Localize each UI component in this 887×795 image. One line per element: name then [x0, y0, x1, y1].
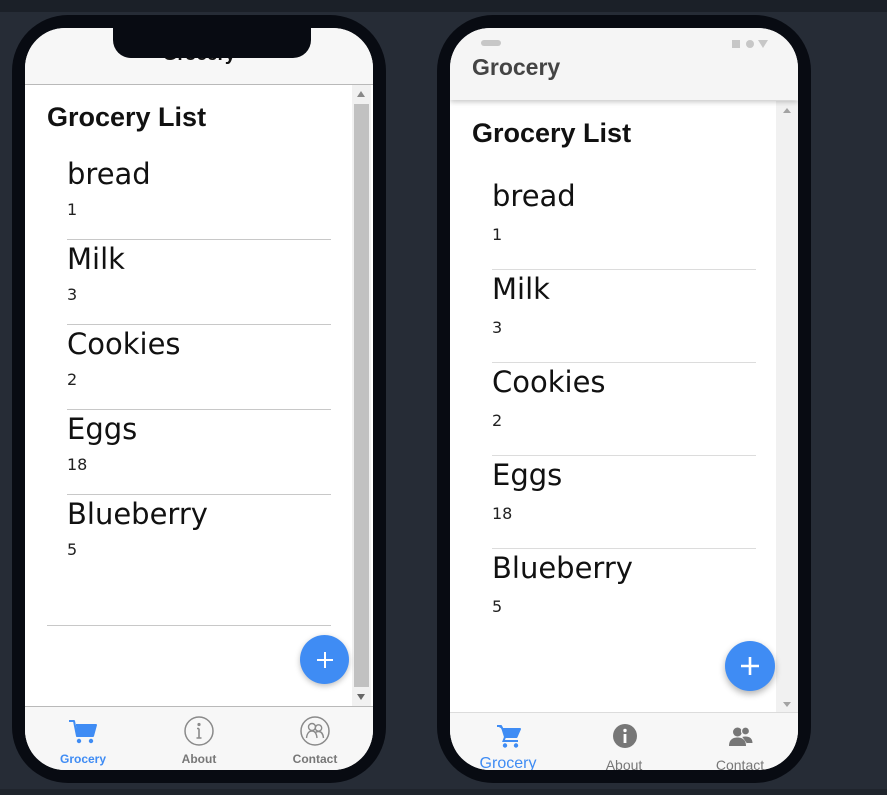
info-icon	[184, 716, 214, 746]
list-item[interactable]: bread 1	[67, 155, 331, 240]
item-name: Blueberry	[492, 551, 633, 585]
list-item[interactable]: Eggs 18	[492, 456, 756, 549]
tab-grocery[interactable]: Grocery	[450, 713, 566, 770]
android-header-title: Grocery	[472, 54, 561, 80]
item-quantity: 3	[67, 285, 78, 304]
tab-label: Contact	[715, 757, 765, 770]
item-quantity: 3	[492, 318, 503, 337]
item-name: Eggs	[492, 458, 563, 492]
tab-about[interactable]: About	[141, 707, 257, 770]
list-item[interactable]: Cookies 2	[67, 325, 331, 410]
android-tab-bar: Grocery About Contact	[450, 712, 798, 770]
list-item[interactable]: Milk 3	[492, 270, 756, 363]
list-item[interactable]: bread 1	[492, 177, 756, 270]
android-scrollbar[interactable]	[776, 101, 798, 713]
android-app-bar: Grocery	[450, 28, 798, 100]
tab-label: Contact	[292, 752, 338, 766]
ios-tab-bar: Grocery About Contact	[25, 706, 373, 770]
ios-list-title: Grocery List	[47, 102, 207, 132]
scroll-down-arrow-icon[interactable]	[783, 702, 791, 707]
cart-icon	[69, 720, 97, 744]
tab-contact[interactable]: Contact	[257, 707, 373, 770]
tab-label: About	[181, 752, 217, 766]
window-bottom-bar	[0, 789, 887, 795]
scrollbar-thumb[interactable]	[354, 104, 369, 687]
android-screen: Grocery Grocery List bread 1 Milk 3 Cook…	[450, 28, 798, 770]
list-item[interactable]: Eggs 18	[67, 410, 331, 495]
list-item[interactable]: Blueberry 5	[67, 495, 331, 579]
android-list-title: Grocery List	[472, 118, 632, 148]
item-name: Blueberry	[67, 497, 208, 531]
item-quantity: 18	[67, 455, 88, 474]
contact-icon	[729, 726, 754, 746]
item-name: Milk	[67, 242, 125, 276]
item-name: bread	[67, 157, 151, 191]
info-icon	[613, 724, 637, 748]
tab-label: Grocery	[479, 755, 537, 770]
tab-label: About	[605, 757, 643, 770]
ios-scrollbar[interactable]	[352, 85, 371, 706]
android-phone-frame: Grocery Grocery List bread 1 Milk 3 Cook…	[437, 15, 811, 783]
ios-grocery-list: bread 1 Milk 3 Cookies 2 Eggs 18 Blueber…	[67, 155, 331, 579]
contact-icon	[300, 716, 330, 746]
item-name: bread	[492, 179, 576, 213]
status-pill-icon	[481, 40, 501, 46]
scroll-up-arrow-icon[interactable]	[783, 108, 791, 113]
tab-contact[interactable]: Contact	[682, 713, 798, 770]
add-item-button[interactable]	[725, 641, 775, 691]
list-item[interactable]: Blueberry 5	[492, 549, 756, 641]
item-quantity: 1	[67, 200, 78, 219]
item-name: Eggs	[67, 412, 138, 446]
item-name: Milk	[492, 272, 550, 306]
item-quantity: 5	[67, 540, 78, 559]
status-icons	[732, 40, 768, 48]
item-quantity: 2	[492, 411, 503, 430]
android-content: Grocery List bread 1 Milk 3 Cookies 2 Eg…	[450, 101, 776, 713]
item-quantity: 5	[492, 597, 503, 616]
item-quantity: 1	[492, 225, 503, 244]
android-grocery-list: bread 1 Milk 3 Cookies 2 Eggs 18 Blueber…	[492, 177, 756, 641]
tab-grocery[interactable]: Grocery	[25, 707, 141, 770]
ios-content: Grocery List bread 1 Milk 3 Cookies 2 Eg…	[25, 85, 352, 705]
item-name: Cookies	[492, 365, 606, 399]
item-quantity: 2	[67, 370, 78, 389]
tab-about[interactable]: About	[566, 713, 682, 770]
item-name: Cookies	[67, 327, 181, 361]
plus-icon	[741, 657, 759, 675]
list-item[interactable]: Milk 3	[67, 240, 331, 325]
plus-icon	[317, 652, 333, 668]
ios-phone-frame: Grocery Grocery List bread 1 Milk 3 Cook…	[12, 15, 386, 783]
add-item-button[interactable]	[300, 635, 349, 684]
ios-screen: Grocery Grocery List bread 1 Milk 3 Cook…	[25, 28, 373, 770]
cart-icon	[497, 725, 521, 748]
ios-notch	[113, 28, 311, 58]
list-end-divider	[47, 625, 331, 626]
item-quantity: 18	[492, 504, 513, 523]
window-top-bar	[0, 0, 887, 12]
tab-label: Grocery	[59, 752, 107, 766]
scroll-down-arrow-icon[interactable]	[357, 694, 365, 700]
scroll-up-arrow-icon[interactable]	[357, 91, 365, 97]
list-item[interactable]: Cookies 2	[492, 363, 756, 456]
